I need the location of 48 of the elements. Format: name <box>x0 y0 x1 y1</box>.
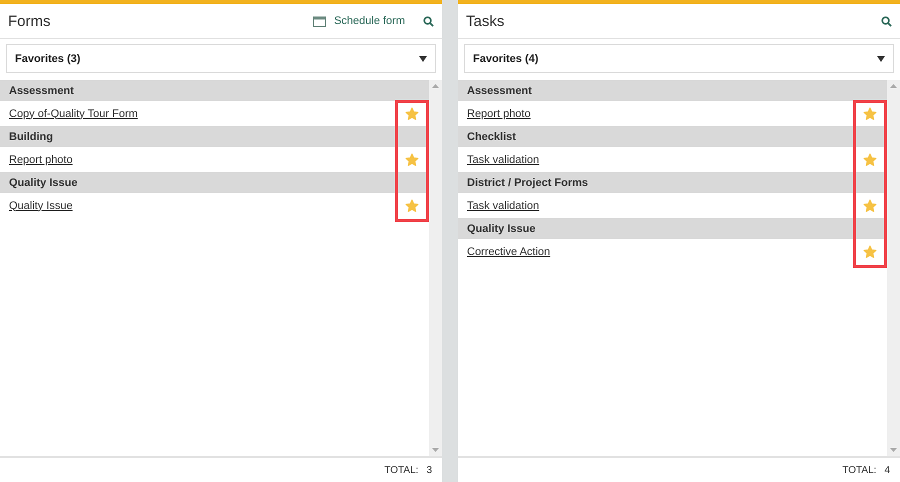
panel-title: Forms <box>8 12 52 30</box>
favorite-button[interactable] <box>863 106 877 120</box>
search-icon[interactable] <box>881 16 892 26</box>
scrollbar[interactable] <box>429 80 442 456</box>
item-link[interactable]: Copy of-Quality Tour Form <box>9 108 138 120</box>
scroll-down-icon[interactable] <box>432 448 439 452</box>
group-header: Assessment <box>0 80 429 101</box>
star-icon <box>405 198 419 212</box>
total-count: 4 <box>884 464 890 476</box>
scroll-up-icon[interactable] <box>432 84 439 88</box>
favorite-button[interactable] <box>863 152 877 166</box>
scroll-down-icon[interactable] <box>890 448 897 452</box>
item-link[interactable]: Report photo <box>467 108 531 120</box>
group-header: Checklist <box>458 126 887 147</box>
group-header: Assessment <box>458 80 887 101</box>
group-header: District / Project Forms <box>458 172 887 193</box>
calendar-icon <box>313 16 326 26</box>
group-header: Quality Issue <box>458 218 887 239</box>
star-icon <box>863 106 877 120</box>
caret-icon <box>877 56 885 62</box>
total-count: 3 <box>426 464 432 476</box>
favorite-button[interactable] <box>405 106 419 120</box>
panel-title: Tasks <box>466 12 506 30</box>
favorite-button[interactable] <box>863 244 877 258</box>
item-link[interactable]: Quality Issue <box>9 200 73 212</box>
favorites-dropdown[interactable]: Favorites (3) <box>6 44 436 73</box>
star-icon <box>863 198 877 212</box>
schedule-button[interactable]: Schedule form <box>313 15 415 27</box>
total-label: TOTAL: <box>384 464 418 476</box>
search-icon[interactable] <box>423 16 434 26</box>
star-icon <box>863 152 877 166</box>
item-link[interactable]: Task validation <box>467 200 540 212</box>
favorite-button[interactable] <box>863 198 877 212</box>
favorite-button[interactable] <box>405 152 419 166</box>
star-icon <box>405 106 419 120</box>
group-header: Building <box>0 126 429 147</box>
scrollbar[interactable] <box>887 80 900 456</box>
star-icon <box>405 152 419 166</box>
star-icon <box>863 244 877 258</box>
favorites-dropdown[interactable]: Favorites (4) <box>464 44 894 73</box>
item-link[interactable]: Report photo <box>9 154 73 166</box>
item-link[interactable]: Task validation <box>467 154 540 166</box>
group-header: Quality Issue <box>0 172 429 193</box>
scroll-up-icon[interactable] <box>890 84 897 88</box>
total-label: TOTAL: <box>842 464 876 476</box>
item-link[interactable]: Corrective Action <box>467 246 550 258</box>
favorite-button[interactable] <box>405 198 419 212</box>
caret-icon <box>419 56 427 62</box>
